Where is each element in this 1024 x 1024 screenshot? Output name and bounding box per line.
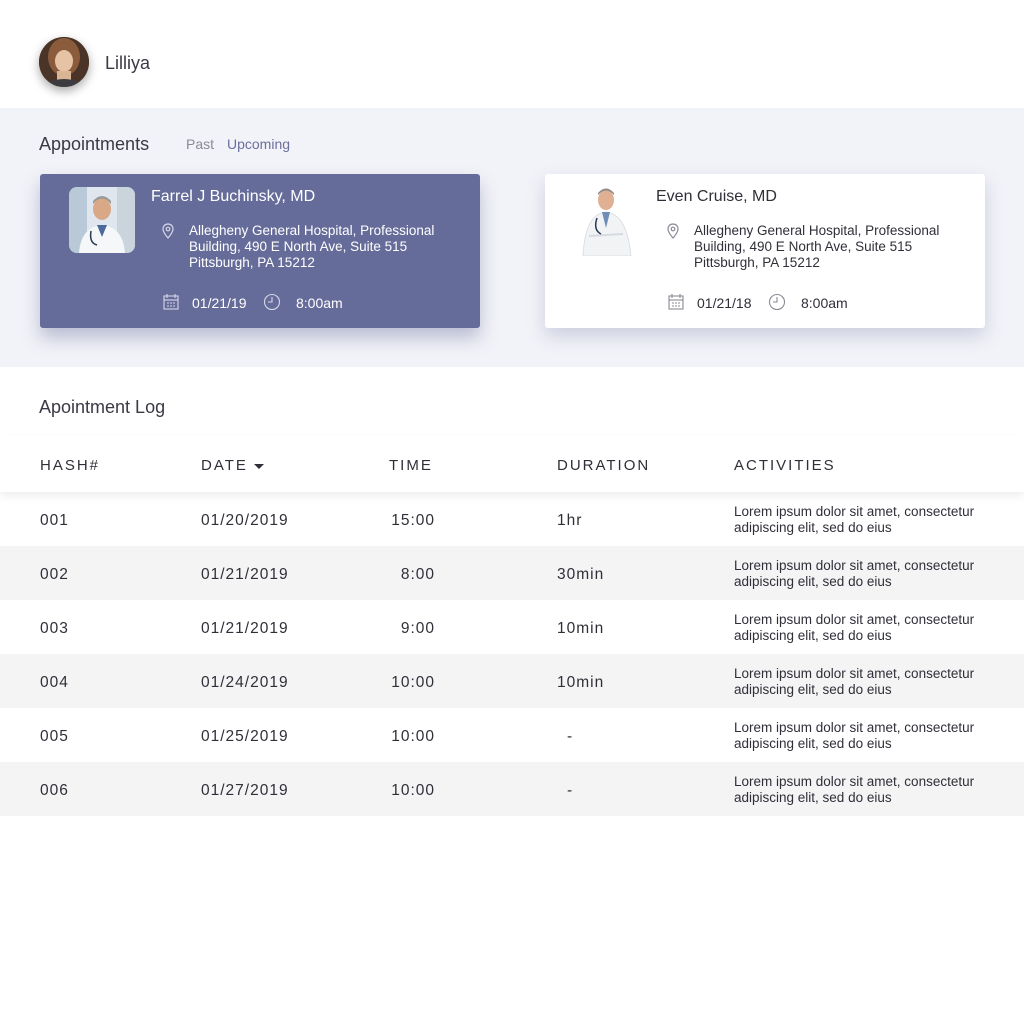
cell-hash: 006: [40, 782, 69, 799]
appointment-log-title: Apointment Log: [39, 397, 166, 417]
appointment-date: 01/21/18: [697, 295, 752, 311]
cell-activity: Lorem ipsum dolor sit amet, consectetur …: [734, 612, 975, 643]
doctor-name: Even Cruise, MD: [656, 188, 777, 205]
column-header-date[interactable]: DATE: [201, 457, 264, 474]
appointment-time: 8:00am: [801, 295, 848, 311]
cell-activity: Lorem ipsum dolor sit amet, consectetur …: [734, 504, 975, 535]
user-avatar[interactable]: [39, 37, 89, 87]
cell-hash: 003: [40, 620, 69, 637]
cell-time: 10:00: [391, 728, 435, 745]
calendar-icon: [667, 293, 685, 311]
appointment-card-active[interactable]: Farrel J Buchinsky, MD Allegheny General…: [40, 174, 480, 328]
appointment-time: 8:00am: [296, 295, 343, 311]
table-header: HASH# DATE TIME DURATION ACTIVITIES: [0, 436, 1024, 492]
user-header: Lilliya: [0, 0, 1024, 108]
doctor-photo: [575, 184, 641, 256]
table-row[interactable]: 003 01/21/2019 9:00 10min Lorem ipsum do…: [0, 600, 1024, 654]
tab-past[interactable]: Past: [186, 136, 214, 152]
cell-date: 01/24/2019: [201, 674, 289, 691]
cell-duration: 10min: [557, 620, 605, 637]
appointment-card[interactable]: Even Cruise, MD Allegheny General Hospit…: [545, 174, 985, 328]
table-row[interactable]: 004 01/24/2019 10:00 10min Lorem ipsum d…: [0, 654, 1024, 708]
sort-caret-icon[interactable]: [253, 463, 264, 469]
table-row[interactable]: 001 01/20/2019 15:00 1hr Lorem ipsum dol…: [0, 492, 1024, 546]
cell-hash: 002: [40, 566, 69, 583]
column-header-duration[interactable]: DURATION: [557, 457, 650, 474]
clock-icon: [263, 293, 281, 311]
cell-date: 01/21/2019: [201, 566, 289, 583]
cell-activity: Lorem ipsum dolor sit amet, consectetur …: [734, 666, 975, 697]
appointment-address: Allegheny General Hospital, Professional…: [694, 223, 940, 270]
cell-activity: Lorem ipsum dolor sit amet, consectetur …: [734, 774, 975, 805]
location-pin-icon: [159, 222, 177, 240]
column-header-time[interactable]: TIME: [389, 457, 433, 474]
cell-duration: 30min: [557, 566, 605, 583]
tab-upcoming[interactable]: Upcoming: [227, 136, 290, 152]
table-row[interactable]: 002 01/21/2019 8:00 30min Lorem ipsum do…: [0, 546, 1024, 600]
cell-activity: Lorem ipsum dolor sit amet, consectetur …: [734, 720, 975, 751]
cell-duration: -: [567, 728, 574, 745]
cell-date: 01/20/2019: [201, 512, 289, 529]
table-row[interactable]: 006 01/27/2019 10:00 - Lorem ipsum dolor…: [0, 762, 1024, 816]
user-name: Lilliya: [105, 53, 151, 73]
cell-activity: Lorem ipsum dolor sit amet, consectetur …: [734, 558, 975, 589]
cell-duration: 1hr: [557, 512, 583, 529]
cell-time: 10:00: [391, 674, 435, 691]
location-pin-icon: [664, 222, 682, 240]
appointments-title: Appointments: [39, 134, 150, 154]
clock-icon: [768, 293, 786, 311]
appointment-address: Allegheny General Hospital, Professional…: [189, 223, 435, 270]
cell-time: 10:00: [391, 782, 435, 799]
cell-time: 9:00: [400, 620, 435, 637]
cell-hash: 001: [40, 512, 69, 529]
appointment-date: 01/21/19: [192, 295, 247, 311]
cell-duration: -: [567, 782, 574, 799]
calendar-icon: [162, 293, 180, 311]
cell-date: 01/27/2019: [201, 782, 289, 799]
table-row[interactable]: 005 01/25/2019 10:00 - Lorem ipsum dolor…: [0, 708, 1024, 762]
doctor-photo: [69, 187, 135, 253]
appointment-log-table: HASH# DATE TIME DURATION ACTIVITIES 001 …: [0, 436, 1024, 816]
column-header-hash[interactable]: HASH#: [40, 457, 100, 474]
cell-hash: 005: [40, 728, 69, 745]
cell-date: 01/21/2019: [201, 620, 289, 637]
cell-hash: 004: [40, 674, 69, 691]
cell-time: 8:00: [400, 566, 435, 583]
column-header-activities[interactable]: ACTIVITIES: [734, 457, 836, 474]
cell-date: 01/25/2019: [201, 728, 289, 745]
cell-time: 15:00: [391, 512, 435, 529]
appointments-section: Appointments Past Upcoming Farrel J Buch…: [0, 108, 1024, 367]
doctor-name: Farrel J Buchinsky, MD: [151, 188, 316, 205]
column-header-date-label: DATE: [201, 457, 248, 474]
cell-duration: 10min: [557, 674, 605, 691]
